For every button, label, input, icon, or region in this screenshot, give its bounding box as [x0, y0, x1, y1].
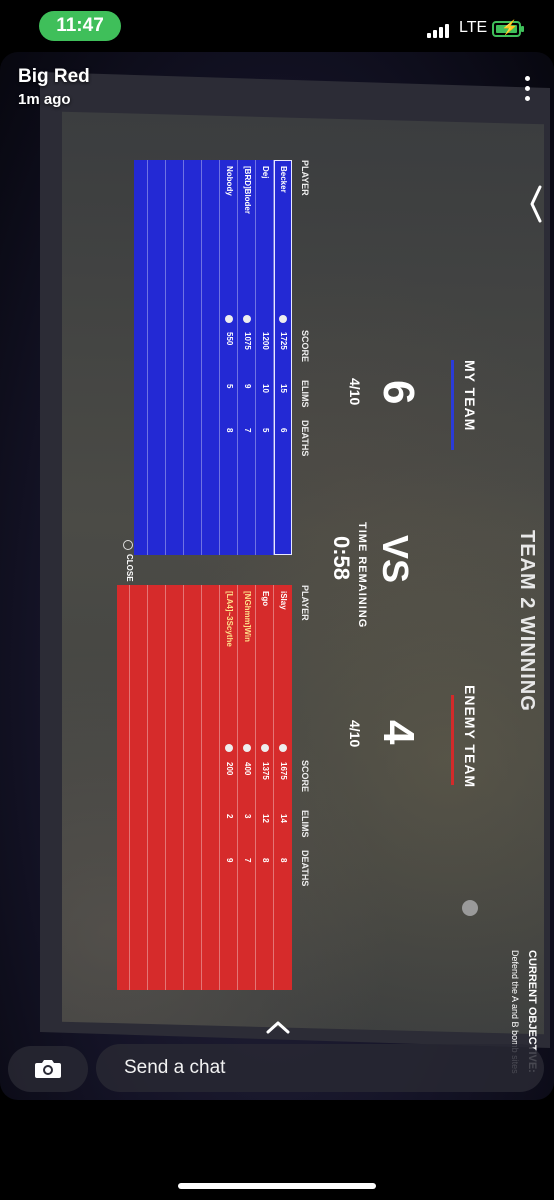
my-player-score: 1075: [243, 332, 252, 350]
snap-time-ago: 1m ago: [18, 91, 71, 108]
signal-icon: [427, 22, 453, 38]
enemy-elims-header: ELIMS: [300, 810, 310, 838]
skull-icon: [225, 315, 233, 323]
status-time: 11:47: [39, 11, 121, 41]
enemy-player-deaths: 8: [279, 858, 288, 863]
my-player-name: Dej: [261, 166, 270, 179]
status-bar: 11:47 LTE ⚡: [0, 0, 554, 54]
my-player-deaths: 6: [279, 428, 288, 433]
enemy-player-name: iSlay: [279, 591, 288, 610]
my-deaths-header: DEATHS: [300, 420, 310, 457]
time-remaining-label: TIME REMAINING: [356, 522, 368, 629]
enemy-player-header: PLAYER: [300, 585, 310, 621]
enemy-player-score: 1375: [261, 762, 270, 780]
chevron-left-icon[interactable]: [529, 184, 543, 224]
skull-icon: [279, 315, 287, 323]
my-player-deaths: 5: [261, 428, 270, 433]
enemy-player-deaths: 8: [261, 858, 270, 863]
enemy-team-score: 4: [374, 720, 423, 745]
enemy-player-elims: 12: [261, 814, 270, 823]
chat-placeholder[interactable]: Send a chat: [124, 1057, 225, 1079]
my-team-table: [134, 160, 292, 555]
enemy-team-rounds: 4/10: [347, 720, 363, 748]
enemy-team-table: [117, 585, 292, 990]
my-player-elims: 9: [243, 384, 252, 389]
skull-icon: [279, 744, 287, 752]
my-team-score: 6: [374, 380, 423, 405]
my-team-label: MY TEAM: [462, 360, 478, 432]
my-score-header: SCORE: [300, 330, 310, 363]
chevron-up-icon[interactable]: [266, 1020, 290, 1034]
match-status-title: TEAM 2 WINNING: [516, 530, 538, 712]
enemy-player-score: 400: [243, 762, 252, 776]
close-label: CLOSE: [125, 554, 134, 582]
my-team-underline: [451, 360, 454, 450]
time-remaining-value: 0:58: [329, 536, 354, 581]
my-player-name: [BRD]Bloder: [243, 166, 252, 214]
enemy-player-elims: 14: [279, 814, 288, 823]
enemy-player-name: [NGhmm]Win: [243, 591, 252, 643]
my-player-deaths: 7: [243, 428, 252, 433]
enemy-team-label: ENEMY TEAM: [462, 685, 478, 789]
sender-name[interactable]: Big Red: [18, 66, 90, 88]
enemy-deaths-header: DEATHS: [300, 850, 310, 887]
my-player-score: 1725: [279, 332, 288, 350]
vs-label: VS: [375, 535, 416, 584]
camera-icon: [35, 1060, 61, 1078]
enemy-player-score: 200: [225, 762, 234, 776]
enemy-player-deaths: 9: [225, 858, 234, 863]
skull-icon: [225, 744, 233, 752]
my-player-score: 1200: [261, 332, 270, 350]
scoreboard: TEAM 2 WINNING CURRENT OBJECTIVE: Defend…: [117, 150, 538, 1074]
more-options-icon[interactable]: [522, 76, 534, 104]
charging-icon: ⚡: [501, 19, 519, 35]
close-icon: [123, 540, 133, 550]
enemy-player-score: 1675: [279, 762, 288, 780]
enemy-team-underline: [451, 695, 454, 785]
enemy-player-elims: 3: [243, 814, 252, 819]
my-player-elims: 5: [225, 384, 234, 389]
enemy-player-elims: 2: [225, 814, 234, 819]
skull-icon: [243, 315, 251, 323]
my-player-name: Nobody: [225, 166, 234, 196]
enemy-player-deaths: 7: [243, 858, 252, 863]
my-player-highlight: [274, 160, 292, 555]
my-player-name: Becker: [279, 166, 288, 193]
my-player-elims: 10: [261, 384, 270, 393]
my-player-score: 550: [225, 332, 234, 346]
my-player-deaths: 8: [225, 428, 234, 433]
my-team-rounds: 4/10: [347, 378, 363, 406]
home-indicator[interactable]: [178, 1183, 376, 1189]
skull-icon: [462, 900, 478, 916]
skull-icon: [243, 744, 251, 752]
enemy-score-header: SCORE: [300, 760, 310, 793]
network-label: LTE: [459, 19, 488, 36]
my-player-elims: 15: [279, 384, 288, 393]
my-elims-header: ELIMS: [300, 380, 310, 408]
my-player-header: PLAYER: [300, 160, 310, 196]
enemy-player-name: [LA4]~3Scythe: [225, 591, 234, 647]
skull-icon: [261, 744, 269, 752]
enemy-player-name: Ego: [261, 591, 270, 607]
